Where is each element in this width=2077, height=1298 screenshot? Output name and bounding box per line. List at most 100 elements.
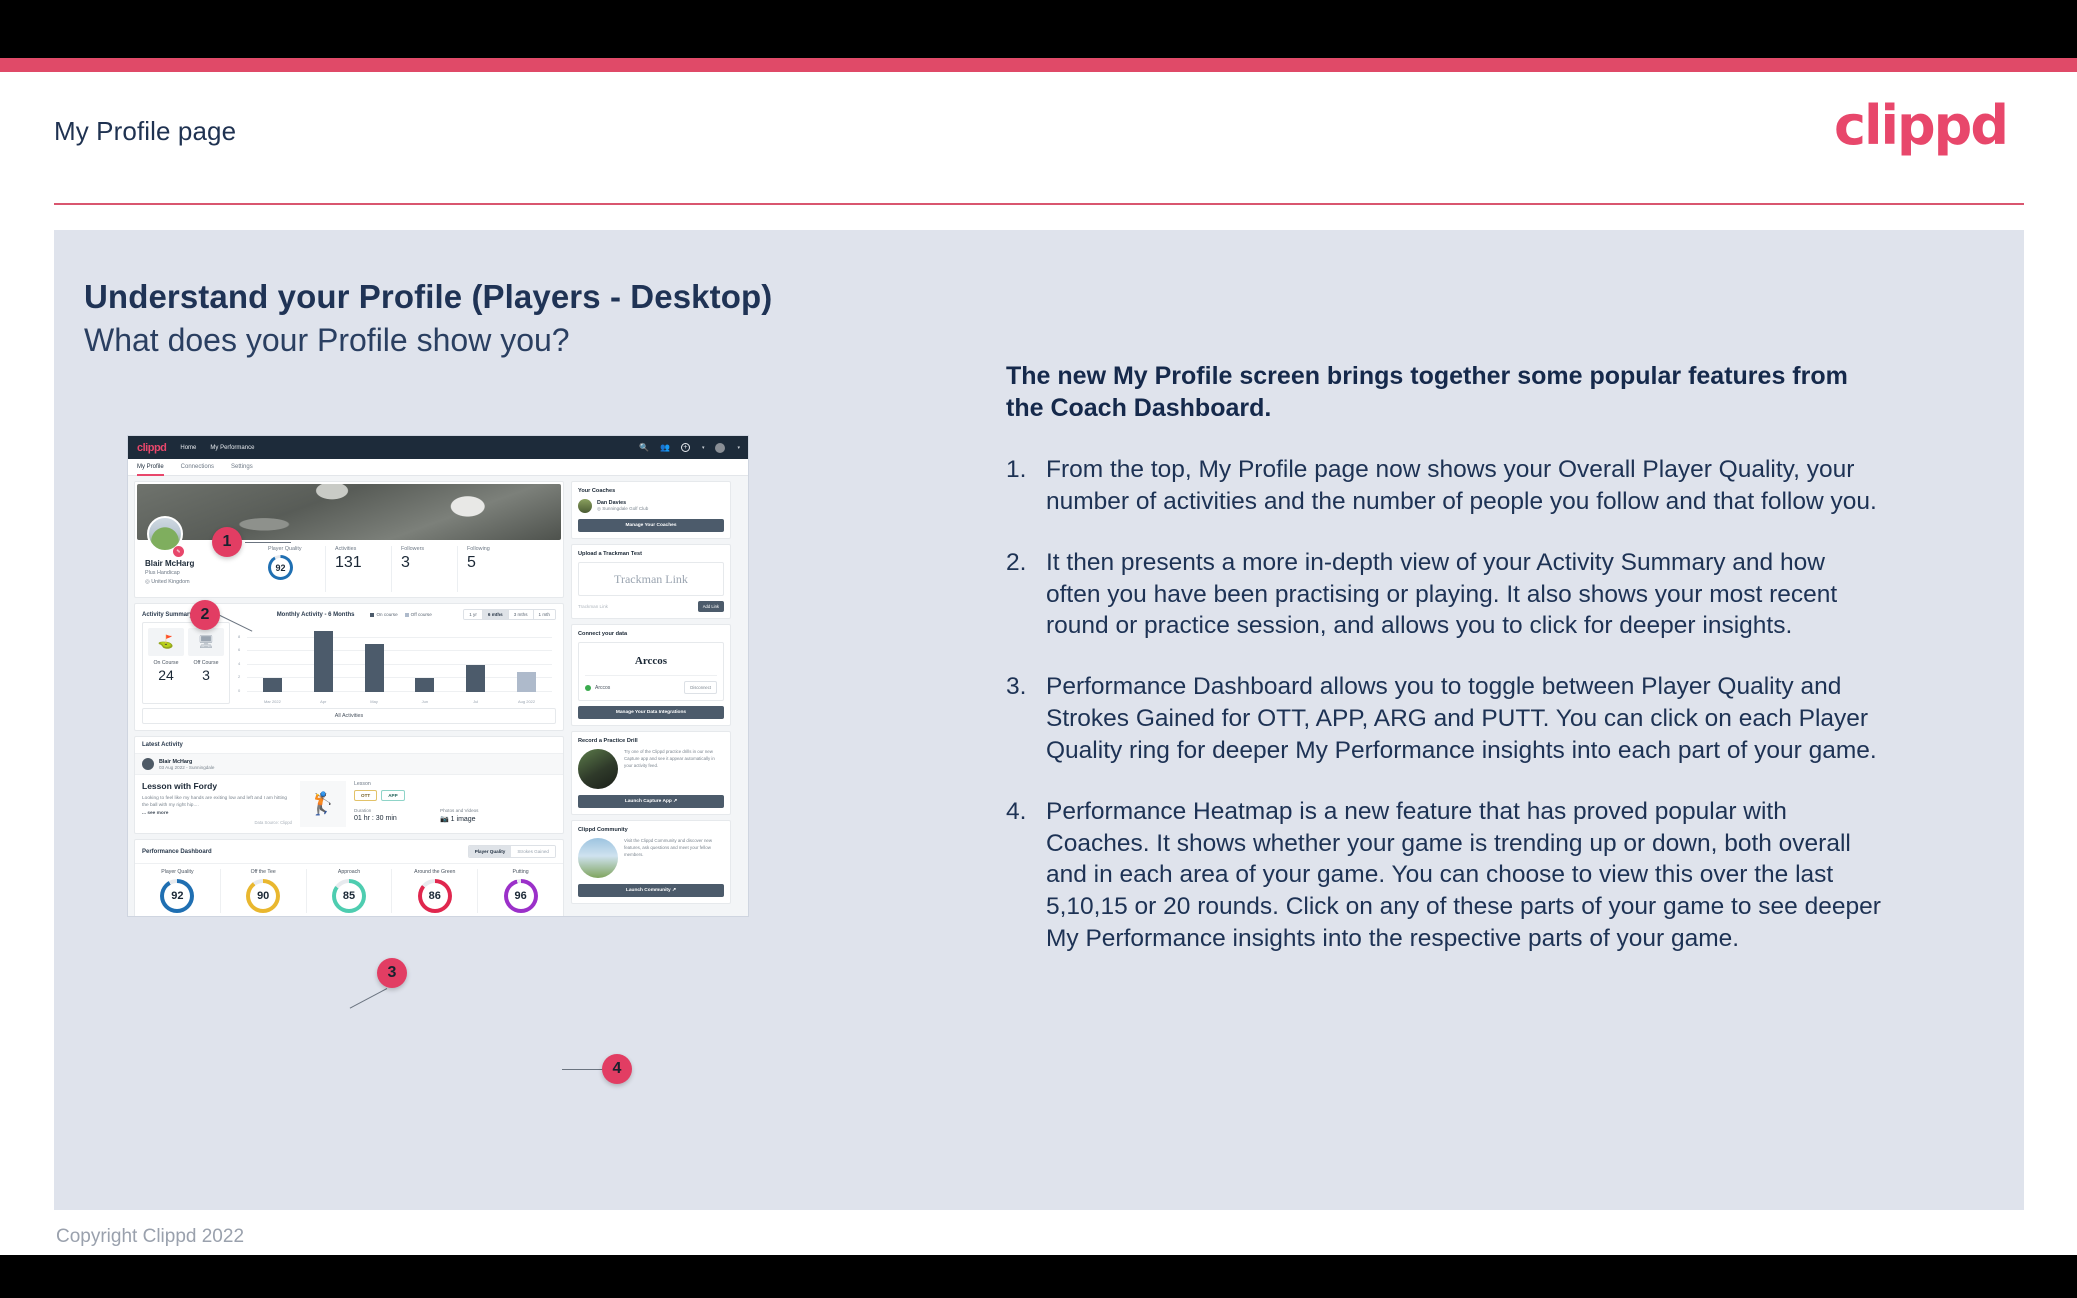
tag-ott[interactable]: OTT bbox=[354, 790, 378, 801]
tile-value: 3 bbox=[202, 667, 210, 683]
ring-gauge[interactable]: 92 bbox=[160, 879, 195, 913]
ring-approach[interactable]: Approach 85 bbox=[305, 869, 392, 913]
duration-label: Duration bbox=[354, 808, 372, 813]
bar[interactable] bbox=[517, 671, 537, 692]
your-coaches-card: Your Coaches Dan Davies ◎ Sunningdale Go… bbox=[571, 481, 731, 539]
callout-marker-2[interactable]: 2 bbox=[190, 600, 220, 630]
explanation-lead: The new My Profile screen brings togethe… bbox=[1006, 362, 1848, 422]
ring-gauge[interactable]: 90 bbox=[246, 879, 281, 913]
media-label: Photos and Videos bbox=[440, 808, 479, 813]
trackman-logo: Trackman Link bbox=[578, 562, 724, 596]
ring-off-the-tee[interactable]: Off the Tee 90 bbox=[219, 869, 306, 913]
ring-gauge[interactable]: 86 bbox=[417, 879, 452, 913]
all-activities-button[interactable]: All Activities bbox=[142, 708, 556, 724]
range-1yr[interactable]: 1 yr bbox=[464, 610, 482, 619]
manage-data-integrations-button[interactable]: Manage Your Data Integrations bbox=[578, 706, 724, 719]
people-icon[interactable]: 👥 bbox=[660, 443, 670, 452]
x-tick-label: Aug 2022 bbox=[517, 699, 536, 704]
connect-data-card: Connect your data Arccos Arccos Disconne… bbox=[571, 624, 731, 726]
bar[interactable] bbox=[364, 644, 384, 692]
toggle-player-quality[interactable]: Player Quality bbox=[468, 846, 512, 857]
bar-column bbox=[399, 624, 450, 692]
profile-summary: ✎ Blair McHarg Plus Handicap ◎ United Ki… bbox=[135, 516, 563, 597]
x-tick-label: Jun bbox=[421, 699, 429, 704]
dashboard-toggle: Player Quality Strokes Gained bbox=[467, 845, 556, 858]
tab-connections[interactable]: Connections bbox=[181, 459, 214, 476]
page-title: My Profile page bbox=[54, 116, 237, 146]
ring-value: 90 bbox=[250, 883, 277, 909]
ring-label: Approach bbox=[337, 869, 361, 875]
monthly-activity-title: Monthly Activity - 6 Months bbox=[276, 611, 355, 618]
profile-location: ◎ United Kingdom bbox=[145, 579, 190, 585]
player-quality-ring[interactable]: 92 bbox=[268, 555, 293, 580]
list-item-number: 4. bbox=[1006, 797, 1027, 825]
trackman-link-input[interactable]: Trackman Link bbox=[578, 604, 694, 609]
plus-circle-icon[interactable]: + bbox=[680, 443, 690, 452]
stat-value: 5 bbox=[467, 554, 476, 571]
app-navbar: clippd Home My Performance 🔍 👥 + ▾ ▾ bbox=[128, 436, 748, 459]
search-icon[interactable]: 🔍 bbox=[639, 443, 649, 452]
stat-label: Followers bbox=[401, 546, 425, 552]
monitor-icon: 🖥 bbox=[188, 628, 224, 656]
bar[interactable] bbox=[466, 664, 486, 692]
nav-link-home[interactable]: Home bbox=[180, 445, 196, 451]
edit-pencil-icon[interactable]: ✎ bbox=[173, 546, 184, 557]
launch-capture-app-button[interactable]: Launch Capture App ↗ bbox=[578, 795, 724, 808]
tab-my-profile[interactable]: My Profile bbox=[137, 459, 164, 476]
ring-label: Putting bbox=[512, 869, 529, 875]
bar[interactable] bbox=[415, 678, 435, 692]
bar[interactable] bbox=[262, 678, 282, 692]
ring-gauge[interactable]: 85 bbox=[331, 879, 366, 913]
list-item: 3. Performance Dashboard allows you to t… bbox=[1006, 671, 1886, 767]
latest-activity-title: Latest Activity bbox=[135, 737, 563, 754]
chevron-down-icon[interactable]: ▾ bbox=[737, 445, 740, 451]
arccos-box: Arccos Arccos Disconnect bbox=[578, 642, 724, 701]
nav-link-my-performance[interactable]: My Performance bbox=[210, 445, 254, 451]
x-tick-label: May bbox=[370, 699, 378, 704]
stat-label: Following bbox=[467, 546, 490, 552]
callout-marker-3[interactable]: 3 bbox=[377, 958, 407, 988]
range-1mth[interactable]: 1 mth bbox=[532, 610, 555, 619]
manage-coaches-button[interactable]: Manage Your Coaches bbox=[578, 519, 724, 532]
monthly-activity-chart: 0 2 4 6 8 Mar 2022 Apr May Jun Jul Aug 2… bbox=[237, 622, 556, 704]
list-item-number: 2. bbox=[1006, 548, 1027, 576]
y-tick-label: 0 bbox=[238, 688, 241, 693]
ring-value: 85 bbox=[335, 883, 362, 909]
bar[interactable] bbox=[313, 630, 333, 692]
toggle-strokes-gained[interactable]: Strokes Gained bbox=[511, 846, 555, 857]
x-tick-label: Mar 2022 bbox=[263, 699, 281, 704]
explanation-list: 1. From the top, My Profile page now sho… bbox=[1006, 454, 1886, 955]
disconnect-button[interactable]: Disconnect bbox=[684, 681, 717, 694]
coach-avatar bbox=[578, 499, 592, 513]
chevron-down-icon[interactable]: ▾ bbox=[702, 445, 705, 451]
your-coaches-title: Your Coaches bbox=[578, 488, 616, 494]
coach-club: ◎ Sunningdale Golf Club bbox=[597, 506, 649, 511]
tab-settings[interactable]: Settings bbox=[231, 459, 253, 476]
lesson-label: Lesson bbox=[354, 781, 371, 787]
ring-putting[interactable]: Putting 96 bbox=[477, 869, 563, 913]
launch-community-button[interactable]: Launch Community ↗ bbox=[578, 884, 724, 897]
callout-marker-4[interactable]: 4 bbox=[602, 1054, 632, 1084]
add-link-button[interactable]: Add Link bbox=[697, 601, 724, 612]
practice-drill-image bbox=[578, 749, 618, 789]
legend-label: On course bbox=[376, 612, 398, 617]
callout-marker-1[interactable]: 1 bbox=[212, 527, 242, 557]
avatar[interactable] bbox=[715, 442, 726, 453]
explanation-column: The new My Profile screen brings togethe… bbox=[1006, 360, 1886, 984]
range-3mths[interactable]: 3 mths bbox=[507, 610, 533, 619]
tile-label: Off Course bbox=[193, 660, 219, 666]
performance-dashboard-header: Performance Dashboard Player Quality Str… bbox=[135, 840, 563, 864]
performance-rings: Player Quality 92 Off the Tee 90 Approac… bbox=[135, 864, 563, 916]
trackman-card: Upload a Trackman Test Trackman Link Tra… bbox=[571, 544, 731, 619]
app-main-column: ✎ Blair McHarg Plus Handicap ◎ United Ki… bbox=[134, 481, 564, 916]
see-more-link[interactable]: ... see more bbox=[142, 811, 292, 816]
ring-gauge[interactable]: 96 bbox=[503, 879, 538, 913]
stat-player-quality[interactable]: Player Quality 92 bbox=[259, 546, 325, 592]
chart-bars bbox=[247, 624, 552, 692]
ring-around-the-green[interactable]: Around the Green 86 bbox=[391, 869, 477, 913]
golf-swing-icon: 🏌 bbox=[300, 781, 346, 827]
range-6mths[interactable]: 6 mths bbox=[481, 610, 508, 619]
ring-player-quality[interactable]: Player Quality 92 bbox=[135, 869, 220, 913]
trackman-input-row: Trackman Link Add Link bbox=[578, 601, 724, 612]
tag-app[interactable]: APP bbox=[381, 790, 405, 801]
